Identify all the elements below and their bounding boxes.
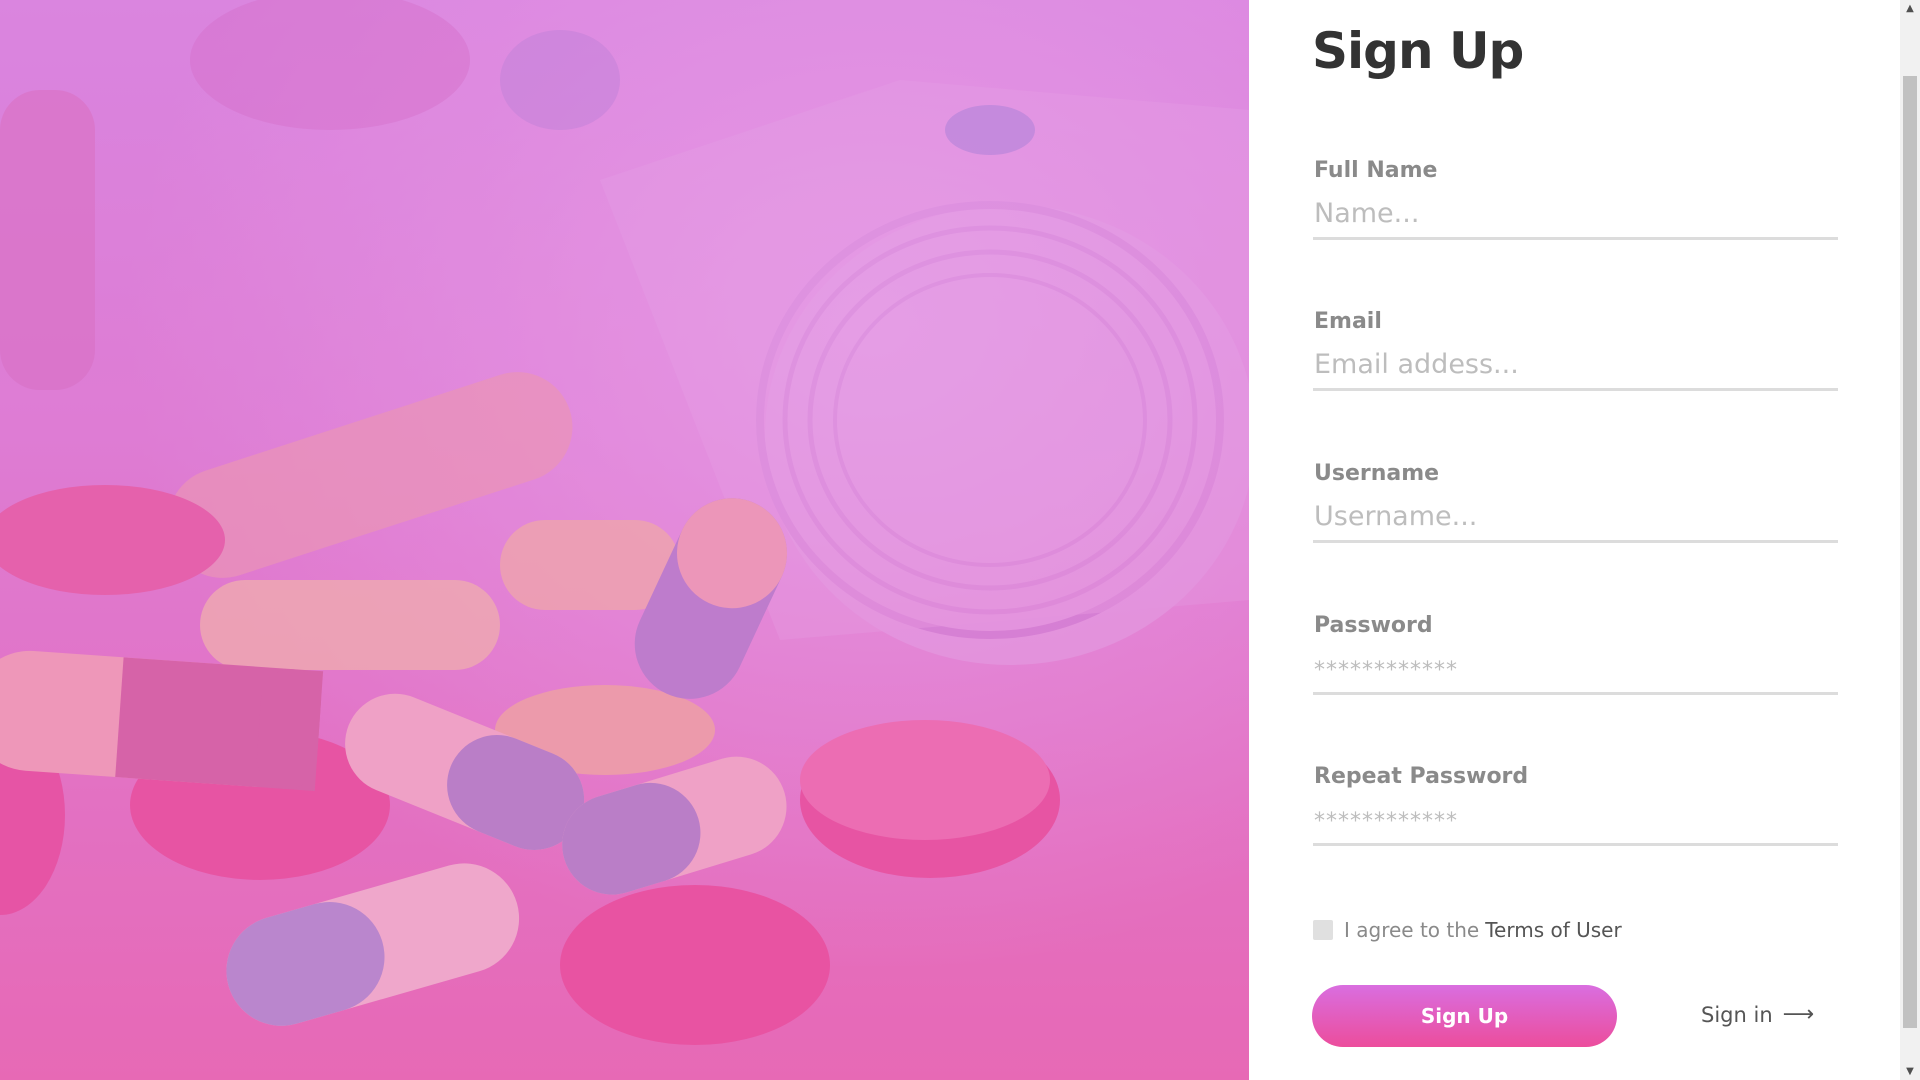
email-input[interactable] [1313,341,1838,391]
pills-illustration [0,0,1249,1080]
arrow-right-icon: ⟶ [1782,1002,1815,1027]
repeat-password-label: Repeat Password [1314,764,1529,789]
username-field: Username [1313,461,1838,561]
signin-link[interactable]: Sign in ⟶ [1701,1002,1814,1027]
password-input[interactable] [1313,645,1838,695]
scroll-down-arrow-icon[interactable]: ▼ [1900,1063,1920,1080]
repeat-password-input[interactable] [1313,796,1838,846]
terms-link[interactable]: Terms of User [1485,918,1621,942]
username-input[interactable] [1313,493,1838,543]
page-scrollbar[interactable]: ▲ ▼ [1900,0,1920,1080]
hero-image [0,0,1249,1080]
username-label: Username [1314,461,1440,486]
full-name-field: Full Name [1313,158,1838,258]
scroll-thumb[interactable] [1903,76,1917,1028]
terms-agreement: I agree to the Terms of User [1313,918,1622,942]
repeat-password-field: Repeat Password [1313,764,1838,864]
scroll-up-arrow-icon[interactable]: ▲ [1900,0,1920,17]
signup-button[interactable]: Sign Up [1312,985,1617,1047]
email-label: Email [1314,309,1382,334]
email-field: Email [1313,309,1838,409]
signup-panel: Sign Up Full Name Email Username Passwor… [1249,0,1900,1080]
password-field: Password [1313,613,1838,713]
password-label: Password [1314,613,1433,638]
terms-checkbox[interactable] [1313,920,1333,940]
signin-label: Sign in [1701,1002,1773,1027]
page-title: Sign Up [1312,22,1524,80]
full-name-input[interactable] [1313,190,1838,240]
agree-text: I agree to the [1344,918,1480,942]
full-name-label: Full Name [1314,158,1438,183]
